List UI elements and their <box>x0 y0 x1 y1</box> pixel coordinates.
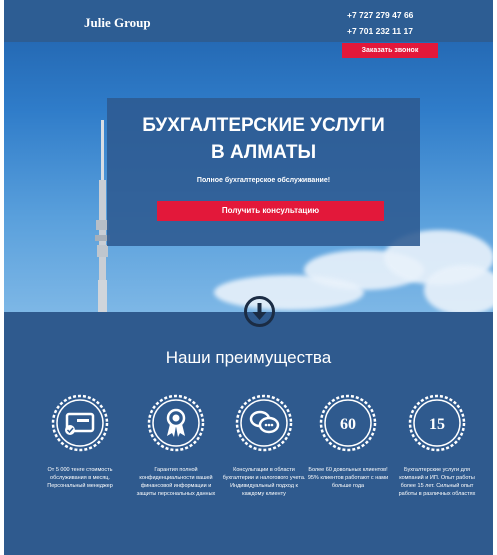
site-header: Julie Group +7 727 279 47 66 +7 701 232 … <box>4 0 493 42</box>
feature-text-3: Консультации в области бухгалтерии и нал… <box>222 467 306 497</box>
feature-text-4: Более 60 довольных клиентов! 95% клиенто… <box>307 467 389 489</box>
page: Julie Group +7 727 279 47 66 +7 701 232 … <box>4 0 493 555</box>
feature-number-60: 60 <box>340 416 356 433</box>
feature-text-1: От 5 000 тенге стоимость обслуживания в … <box>47 467 113 489</box>
cloud-decoration <box>424 265 493 312</box>
advantages-title: Наши преимущества <box>165 348 332 367</box>
phone-number-2[interactable]: +7 701 232 11 17 <box>347 26 413 36</box>
award-ribbon-icon <box>147 394 205 452</box>
feature-number-15: 15 <box>429 416 445 433</box>
scroll-down-arrow-icon[interactable] <box>243 295 276 328</box>
phone-number-1[interactable]: +7 727 279 47 66 <box>347 10 413 20</box>
hero-subtitle: Полное бухгалтерское обслуживание! <box>196 177 331 184</box>
cloud-decoration <box>214 275 364 310</box>
logo[interactable]: Julie Group <box>84 15 151 31</box>
hero-title-line2: В АЛМАТЫ <box>210 142 317 163</box>
hero-section: Julie Group +7 727 279 47 66 +7 701 232 … <box>4 0 493 312</box>
callback-button[interactable]: Заказать звонок <box>342 43 438 58</box>
hero-panel: БУХГАЛТЕРСКИЕ УСЛУГИ В АЛМАТЫ Полное бух… <box>107 98 420 246</box>
feature-text-2: Гарантия полной конфиденциальности вашей… <box>136 467 216 497</box>
chat-bubbles-icon <box>235 394 293 452</box>
consultation-button[interactable]: Получить консультацию <box>157 201 384 221</box>
payment-card-icon <box>51 394 109 452</box>
number-60-icon: 60 <box>319 394 377 452</box>
number-15-icon: 15 <box>408 394 466 452</box>
hero-title-line1: БУХГАЛТЕРСКИЕ УСЛУГИ <box>142 115 385 136</box>
feature-text-5: Бухгалтерские услуги для компаний и ИП. … <box>398 467 476 497</box>
